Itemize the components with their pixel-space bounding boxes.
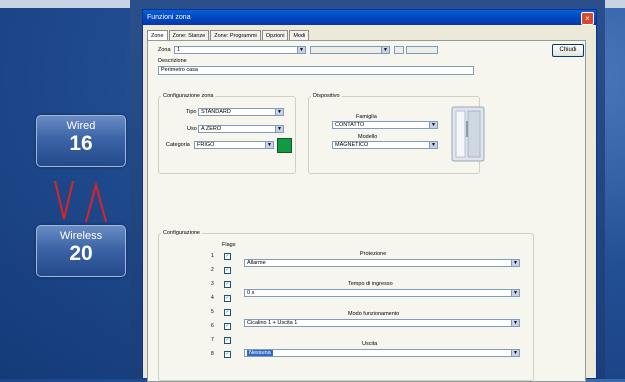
zone-value: 1 bbox=[177, 47, 181, 53]
device-image bbox=[451, 106, 485, 162]
description-input[interactable]: Perimetro casa bbox=[158, 66, 474, 75]
model-label: Modello bbox=[358, 134, 378, 140]
flag-number: 6 bbox=[211, 323, 214, 329]
window-title: Funzioni zona bbox=[147, 14, 191, 21]
flag-checkbox[interactable]: ✓ bbox=[224, 351, 231, 358]
flag-checkbox[interactable]: ✓ bbox=[224, 309, 231, 316]
connection-arrows-icon bbox=[54, 180, 107, 223]
chevron-down-icon: ▼ bbox=[511, 290, 519, 296]
chevron-down-icon: ▼ bbox=[275, 109, 283, 115]
device-title: Dispositivo bbox=[311, 93, 342, 99]
category-label: Categoria bbox=[166, 142, 190, 148]
flags-header: Flags bbox=[222, 242, 236, 248]
family-select[interactable]: CONTATTO ▼ bbox=[332, 121, 438, 129]
flag-number: 8 bbox=[211, 351, 214, 357]
type-value: STANDARD bbox=[201, 109, 231, 115]
flag-checkbox[interactable]: ✓ bbox=[224, 281, 231, 288]
flag-checkbox[interactable]: ✓ bbox=[224, 253, 231, 260]
wireless-count: 20 bbox=[69, 242, 93, 265]
output-value: Nessuna bbox=[247, 350, 273, 356]
flag-checkbox[interactable]: ✓ bbox=[224, 267, 231, 274]
configuration-group bbox=[158, 233, 534, 381]
zone-label: Zona bbox=[158, 47, 171, 53]
zone-index-field bbox=[406, 46, 438, 54]
type-label: Tipo bbox=[186, 109, 197, 115]
wired-count: 16 bbox=[69, 132, 93, 155]
chiudi-button[interactable]: Chiudi bbox=[552, 44, 584, 57]
operating-mode-value: Cicalino 1 + Uscita 1 bbox=[247, 320, 298, 326]
protection-value: Allarme bbox=[247, 260, 266, 266]
type-select[interactable]: STANDARD ▼ bbox=[198, 108, 284, 116]
flag-number: 1 bbox=[211, 253, 214, 259]
chevron-down-icon: ▼ bbox=[381, 47, 389, 53]
zone-spin-field bbox=[394, 46, 404, 54]
use-label: Uso bbox=[187, 126, 197, 132]
tab-bar: Zone Zone: Stanze Zone: Programmi Opzion… bbox=[147, 30, 310, 41]
chevron-down-icon: ▼ bbox=[275, 126, 283, 132]
flag-number: 3 bbox=[211, 281, 214, 287]
model-select[interactable]: MAGNETICO ▼ bbox=[332, 141, 438, 149]
wired-label: Wired bbox=[66, 120, 96, 132]
protection-label: Protezione bbox=[360, 251, 387, 257]
family-label: Famiglia bbox=[356, 114, 377, 120]
output-label: Uscita bbox=[362, 341, 378, 347]
entry-time-label: Tempo di ingresso bbox=[348, 281, 393, 287]
entry-time-select[interactable]: 0 s ▼ bbox=[244, 289, 520, 297]
wireless-label: Wireless bbox=[59, 230, 103, 242]
wireless-badge: Wireless 20 bbox=[36, 225, 126, 277]
category-color-button[interactable] bbox=[277, 138, 292, 153]
operating-mode-select[interactable]: Cicalino 1 + Uscita 1 ▼ bbox=[244, 319, 520, 327]
output-select[interactable]: Nessuna ▼ bbox=[244, 349, 520, 357]
chevron-down-icon: ▼ bbox=[429, 122, 437, 128]
family-value: CONTATTO bbox=[335, 122, 365, 128]
operating-mode-label: Modo funzionamento bbox=[348, 311, 400, 317]
use-value: A ZERO bbox=[201, 126, 222, 132]
chevron-down-icon: ▼ bbox=[511, 350, 519, 356]
use-select[interactable]: A ZERO ▼ bbox=[198, 125, 284, 133]
category-select[interactable]: FRIGO ▼ bbox=[194, 141, 274, 149]
chevron-down-icon: ▼ bbox=[511, 320, 519, 326]
wired-badge: Wired 16 bbox=[36, 115, 126, 167]
description-label: Descrizione bbox=[158, 58, 187, 64]
protection-select[interactable]: Allarme ▼ bbox=[244, 259, 520, 267]
flag-checkbox[interactable]: ✓ bbox=[224, 337, 231, 344]
flag-number: 7 bbox=[211, 337, 214, 343]
flag-number: 4 bbox=[211, 295, 214, 301]
chevron-down-icon: ▼ bbox=[429, 142, 437, 148]
flag-checkbox[interactable]: ✓ bbox=[224, 323, 231, 330]
zone-secondary-select: ▼ bbox=[310, 46, 390, 54]
close-window-button[interactable]: × bbox=[581, 12, 594, 25]
model-value: MAGNETICO bbox=[335, 142, 369, 148]
chevron-down-icon: ▼ bbox=[297, 47, 305, 53]
tab-panel: Zona 1 ▼ ▼ Chiudi Descrizione Perimetro … bbox=[147, 40, 586, 382]
entry-time-value: 0 s bbox=[247, 290, 255, 296]
zone-config-title: Configurazione zona bbox=[161, 93, 216, 99]
configuration-title: Configurazione bbox=[161, 230, 202, 236]
flag-number: 2 bbox=[211, 267, 214, 273]
zone-select[interactable]: 1 ▼ bbox=[174, 46, 306, 54]
flag-number: 5 bbox=[211, 309, 214, 315]
chevron-down-icon: ▼ bbox=[511, 260, 519, 266]
app-window: Funzioni zona × Zone Zone: Stanze Zone: … bbox=[142, 9, 597, 382]
title-bar: Funzioni zona × bbox=[143, 10, 596, 25]
flag-checkbox[interactable]: ✓ bbox=[224, 295, 231, 302]
chevron-down-icon: ▼ bbox=[265, 142, 273, 148]
category-value: FRIGO bbox=[197, 142, 215, 148]
